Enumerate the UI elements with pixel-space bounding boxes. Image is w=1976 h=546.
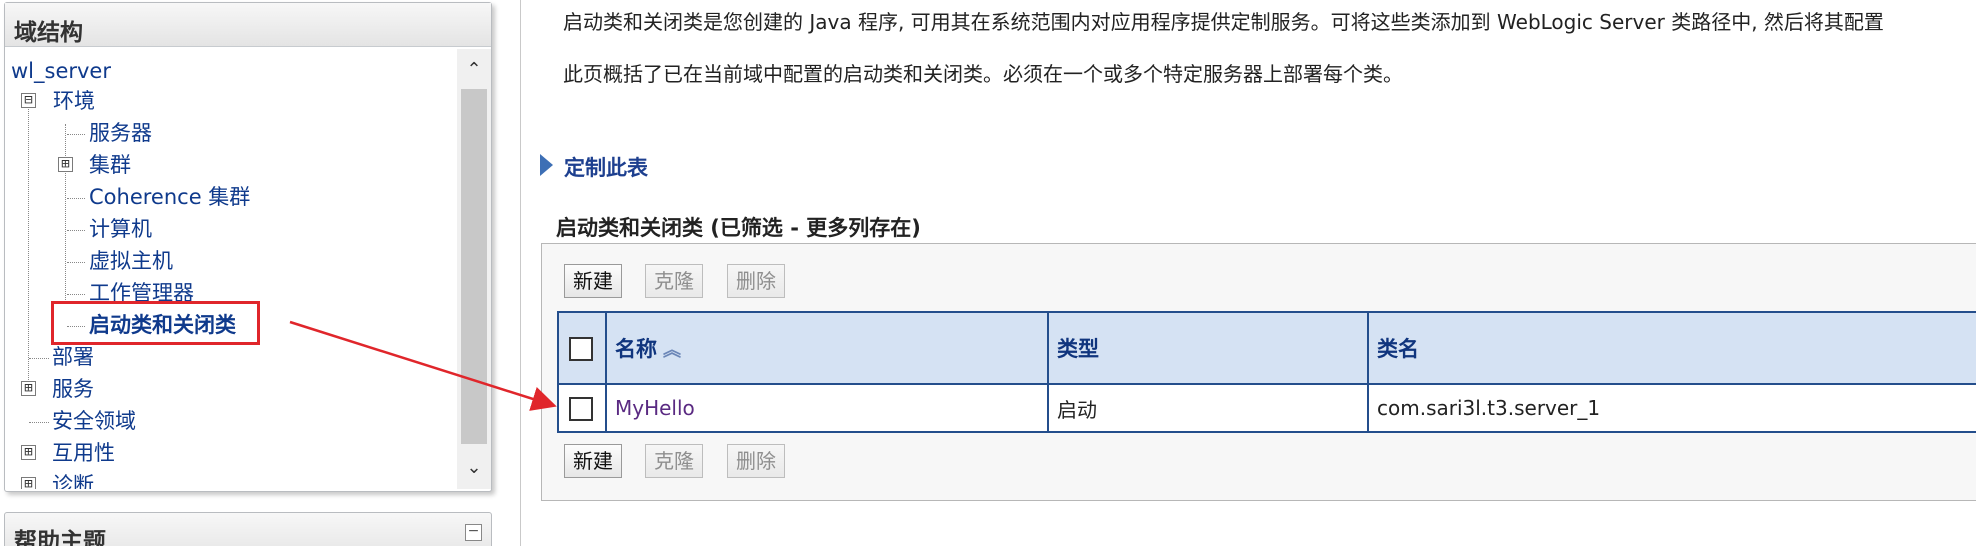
tree-item-label[interactable]: Coherence 集群	[89, 185, 250, 209]
tree-line	[67, 198, 85, 199]
collapse-icon[interactable]: ⊟	[21, 93, 36, 108]
tree-item-security-realms[interactable]: 安全领域	[52, 406, 136, 436]
class-name-link[interactable]: MyHello	[615, 396, 695, 420]
class-cell: com.sari3l.t3.server_1	[1367, 383, 1976, 433]
help-panel-title: 帮助主题	[14, 529, 106, 546]
clone-button[interactable]: 克隆	[645, 264, 703, 298]
collapse-panel-icon[interactable]: −	[465, 524, 482, 541]
tree-item-deployments[interactable]: 部署	[52, 342, 94, 372]
domain-structure-panel: 域结构 wl_server ⊟ 环境 服务器 ⊞ 集群 Coherence 集群…	[4, 2, 492, 492]
column-header-label[interactable]: 名称	[615, 337, 657, 361]
scroll-down-icon[interactable]: ⌄	[457, 451, 491, 485]
expand-icon[interactable]: ⊞	[21, 477, 36, 489]
tree-item-label[interactable]: 互用性	[52, 438, 115, 468]
tree-item-label[interactable]: 安全领域	[52, 409, 136, 433]
tree-line	[67, 230, 85, 231]
table-header-row: 名称 ︽ 类型 类名	[557, 311, 1976, 385]
scroll-up-icon[interactable]: ⌃	[457, 53, 491, 87]
type-cell: 启动	[1047, 383, 1369, 433]
row-select-cell	[557, 383, 607, 433]
delete-button[interactable]: 删除	[727, 264, 785, 298]
content-divider	[520, 0, 521, 546]
tree-item-coherence-clusters[interactable]: Coherence 集群	[89, 182, 250, 212]
column-header-type[interactable]: 类型	[1047, 311, 1369, 385]
intro-text-1: 启动类和关闭类是您创建的 Java 程序, 可用其在系统范围内对应用程序提供定制…	[563, 10, 1884, 34]
delete-button-bottom[interactable]: 删除	[727, 444, 785, 478]
tree-item-label[interactable]: 诊断	[52, 470, 94, 489]
tree-item-label[interactable]: 服务器	[89, 121, 152, 145]
help-topics-panel: 帮助主题 −	[4, 512, 492, 546]
highlight-annotation	[51, 301, 260, 345]
tree-item-label[interactable]: 环境	[53, 86, 95, 116]
expand-triangle-icon	[540, 154, 553, 176]
tree-item-label[interactable]: wl_server	[11, 59, 111, 83]
column-header-label[interactable]: 类型	[1057, 337, 1099, 361]
sort-ascending-icon[interactable]: ︽	[663, 336, 681, 362]
select-all-checkbox[interactable]	[569, 336, 593, 361]
tree-item-label[interactable]: 集群	[89, 150, 131, 180]
clone-button-bottom[interactable]: 克隆	[645, 444, 703, 478]
tree-line	[67, 262, 85, 263]
new-button[interactable]: 新建	[564, 264, 622, 298]
startup-classes-table: 名称 ︽ 类型 类名 MyHello 启动 com.sari3l.t3.serve…	[557, 311, 1976, 433]
expand-icon[interactable]: ⊞	[21, 381, 36, 396]
tree-line	[65, 124, 66, 304]
tree-item-label[interactable]: 虚拟主机	[89, 249, 173, 273]
tree-line	[67, 134, 85, 135]
row-checkbox[interactable]	[569, 396, 593, 421]
column-header-label[interactable]: 类名	[1377, 337, 1419, 361]
tree-item-servers[interactable]: 服务器	[89, 118, 152, 148]
tree-item-label[interactable]: 计算机	[89, 217, 152, 241]
tree-item-virtual-hosts[interactable]: 虚拟主机	[89, 246, 173, 276]
new-button-bottom[interactable]: 新建	[564, 444, 622, 478]
column-header-class[interactable]: 类名	[1367, 311, 1976, 385]
tree-item-label[interactable]: 部署	[52, 345, 94, 369]
table-row: MyHello 启动 com.sari3l.t3.server_1	[557, 383, 1976, 433]
select-all-cell	[557, 311, 607, 385]
column-header-name[interactable]: 名称 ︽	[605, 311, 1049, 385]
table-section-title: 启动类和关闭类 (已筛选 - 更多列存在)	[556, 216, 921, 240]
tree-item-wl-server[interactable]: wl_server	[11, 56, 111, 86]
tree-line	[29, 422, 49, 423]
intro-text-2: 此页概括了已在当前域中配置的启动类和关闭类。必须在一个或多个特定服务器上部署每个…	[563, 62, 1403, 86]
tree-line	[67, 294, 85, 295]
customize-table-label[interactable]: 定制此表	[564, 152, 648, 182]
expand-icon[interactable]: ⊞	[58, 157, 73, 172]
name-cell: MyHello	[605, 383, 1049, 433]
tree-item-label[interactable]: 服务	[52, 374, 94, 404]
tree-line	[29, 358, 49, 359]
tree-line	[28, 94, 29, 394]
tree-item-machines[interactable]: 计算机	[89, 214, 152, 244]
panel-title: 域结构	[5, 3, 491, 47]
domain-tree: wl_server ⊟ 环境 服务器 ⊞ 集群 Coherence 集群 计算机…	[5, 49, 453, 489]
tree-scrollbar[interactable]: ⌃ ⌄	[457, 49, 491, 489]
scroll-thumb[interactable]	[461, 89, 487, 444]
expand-icon[interactable]: ⊞	[21, 445, 36, 460]
